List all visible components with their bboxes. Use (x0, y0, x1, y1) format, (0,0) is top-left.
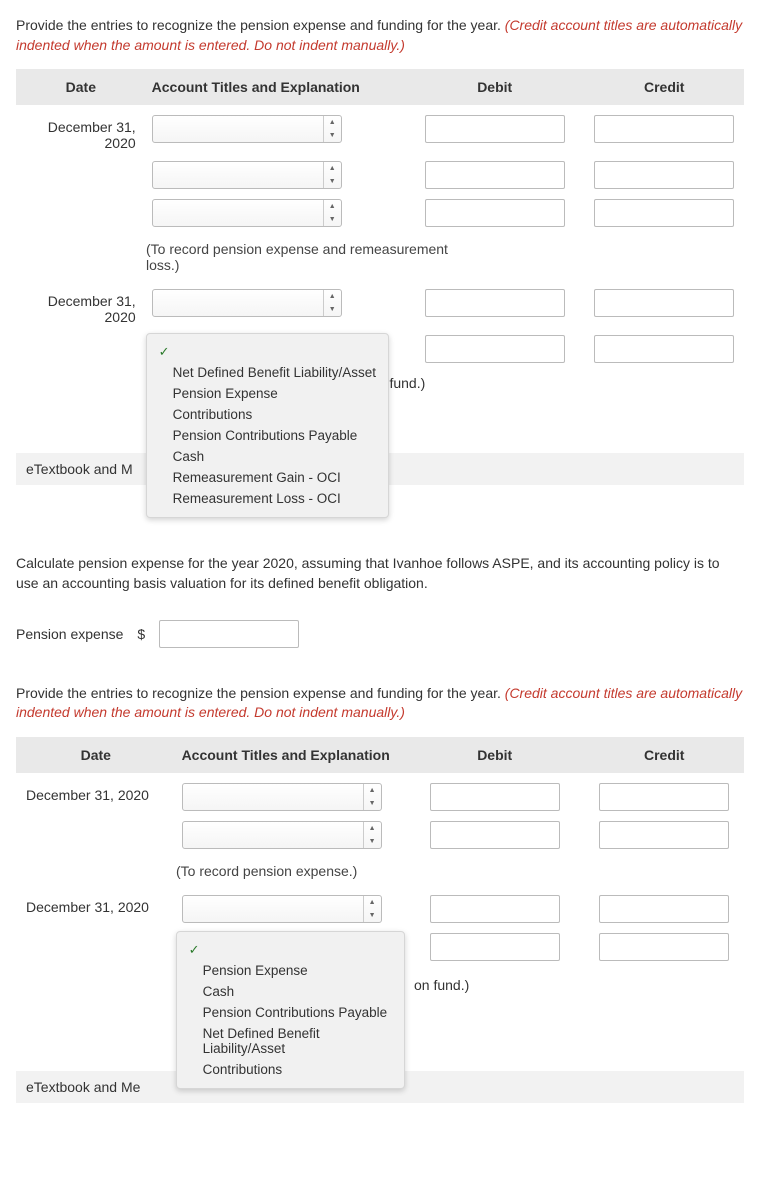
stepper-icon[interactable]: ▲▼ (323, 200, 341, 226)
account-select-3[interactable] (152, 199, 342, 227)
stepper-icon[interactable]: ▲▼ (323, 162, 341, 188)
dropdown-check-icon: ✓ (177, 940, 404, 960)
credit-input-1[interactable] (594, 115, 734, 143)
account-select-wrap[interactable]: ▲▼ (182, 895, 382, 923)
on-fund-text-2: on fund.) (414, 977, 469, 993)
stepper-icon[interactable]: ▲▼ (363, 822, 381, 848)
account-select-wrap[interactable]: ▲▼ (152, 161, 342, 189)
table2-caption-row: (To record pension expense.) (16, 859, 744, 881)
stepper-icon[interactable]: ▲▼ (323, 116, 341, 142)
table1-row5: ✓ Net Defined Benefit Liability/AssetPen… (16, 335, 744, 363)
t2-account-select-2[interactable] (182, 821, 382, 849)
table1-row2: ▲▼ (16, 161, 744, 189)
header2-date: Date (16, 747, 176, 763)
t2-account-select-1[interactable] (182, 783, 382, 811)
t2-credit-1[interactable] (599, 783, 729, 811)
t2-debit-2[interactable] (430, 821, 560, 849)
account-select-wrap[interactable]: ▲▼ (152, 115, 342, 143)
table1-caption1: (To record pension expense and remeasure… (146, 237, 466, 275)
dropdown-option[interactable]: Pension Contributions Payable (147, 425, 388, 446)
account-dropdown-2[interactable]: ✓ Pension ExpenseCashPension Contributio… (176, 931, 405, 1089)
table2-row1: December 31, 2020 ▲▼ (16, 783, 744, 811)
t2-account-select-3[interactable] (182, 895, 382, 923)
header-date: Date (16, 79, 146, 95)
table2-header: Date Account Titles and Explanation Debi… (16, 737, 744, 773)
t2-debit-1[interactable] (430, 783, 560, 811)
etextbook-label-2: eTextbook and Me (26, 1079, 140, 1095)
credit-input-2[interactable] (594, 161, 734, 189)
dropdown-option[interactable]: Cash (177, 981, 404, 1002)
t2-debit-3[interactable] (430, 895, 560, 923)
table1-row3: ▲▼ (16, 199, 744, 227)
header-debit: Debit (405, 79, 585, 95)
instruction-2-text: Provide the entries to recognize the pen… (16, 685, 505, 701)
stepper-icon[interactable]: ▲▼ (363, 784, 381, 810)
table2-row4: ✓ Pension ExpenseCashPension Contributio… (16, 933, 744, 961)
header-credit: Credit (584, 79, 744, 95)
table1-header: Date Account Titles and Explanation Debi… (16, 69, 744, 105)
t2-credit-4[interactable] (599, 933, 729, 961)
table2-row2: ▲▼ (16, 821, 744, 849)
header2-credit: Credit (584, 747, 744, 763)
instruction-2: Provide the entries to recognize the pen… (16, 684, 744, 723)
dropdown-option[interactable]: Pension Contributions Payable (177, 1002, 404, 1023)
dropdown-option[interactable]: Contributions (147, 404, 388, 425)
account-select-4[interactable] (152, 289, 342, 317)
table1-row1: December 31, 2020 ▲▼ (16, 115, 744, 151)
table1-date2: December 31, 2020 (16, 289, 146, 325)
account-select-wrap[interactable]: ▲▼ (182, 821, 382, 849)
date2-l1: December 31, (48, 293, 136, 309)
debit-input-4[interactable] (425, 289, 565, 317)
table1-row4: December 31, 2020 ▲▼ (16, 289, 744, 325)
table2-date2: December 31, 2020 (16, 895, 176, 915)
debit-input-2[interactable] (425, 161, 565, 189)
header2-account: Account Titles and Explanation (176, 747, 405, 763)
dropdown-option[interactable]: Pension Expense (177, 960, 404, 981)
pension-expense-label: Pension expense (16, 626, 123, 642)
date2-l2: 2020 (105, 309, 136, 325)
table1-caption1-row: (To record pension expense and remeasure… (16, 237, 744, 275)
account-select-2[interactable] (152, 161, 342, 189)
calc-instruction: Calculate pension expense for the year 2… (16, 553, 744, 594)
table2-row3: December 31, 2020 ▲▼ (16, 895, 744, 923)
table2-date1: December 31, 2020 (16, 783, 176, 803)
stepper-icon[interactable]: ▲▼ (363, 896, 381, 922)
dropdown-option[interactable]: Remeasurement Loss - OCI (147, 488, 388, 509)
account-select-wrap[interactable]: ▲▼ (182, 783, 382, 811)
t2-debit-4[interactable] (430, 933, 560, 961)
instruction-1-text: Provide the entries to recognize the pen… (16, 17, 505, 33)
account-select-wrap[interactable]: ▲▼ (152, 199, 342, 227)
date1-l1: December 31, (48, 119, 136, 135)
instruction-1: Provide the entries to recognize the pen… (16, 16, 744, 55)
stepper-icon[interactable]: ▲▼ (323, 290, 341, 316)
dropdown-option[interactable]: Net Defined Benefit Liability/Asset (147, 362, 388, 383)
debit-input-5[interactable] (425, 335, 565, 363)
dollar-sign: $ (137, 626, 145, 642)
credit-input-5[interactable] (594, 335, 734, 363)
t2-credit-2[interactable] (599, 821, 729, 849)
dropdown-option[interactable]: Pension Expense (147, 383, 388, 404)
debit-input-1[interactable] (425, 115, 565, 143)
account-select-wrap[interactable]: ▲▼ (152, 289, 342, 317)
etextbook-label-1: eTextbook and M (26, 461, 133, 477)
account-select-1[interactable] (152, 115, 342, 143)
dropdown-option[interactable]: Net Defined Benefit Liability/Asset (177, 1023, 404, 1059)
header2-debit: Debit (405, 747, 585, 763)
credit-input-4[interactable] (594, 289, 734, 317)
dropdown-option[interactable]: Cash (147, 446, 388, 467)
t2-credit-3[interactable] (599, 895, 729, 923)
debit-input-3[interactable] (425, 199, 565, 227)
dropdown-option[interactable]: Remeasurement Gain - OCI (147, 467, 388, 488)
dropdown-option[interactable]: Contributions (177, 1059, 404, 1080)
dropdown-check-icon: ✓ (147, 342, 388, 362)
account-dropdown-1[interactable]: ✓ Net Defined Benefit Liability/AssetPen… (146, 333, 389, 518)
credit-input-3[interactable] (594, 199, 734, 227)
header-account: Account Titles and Explanation (146, 79, 405, 95)
pension-expense-input[interactable] (159, 620, 299, 648)
table2-caption1: (To record pension expense.) (176, 859, 406, 881)
table1-date1: December 31, 2020 (16, 115, 146, 151)
date1-l2: 2020 (105, 135, 136, 151)
pension-expense-row: Pension expense $ (16, 620, 744, 648)
